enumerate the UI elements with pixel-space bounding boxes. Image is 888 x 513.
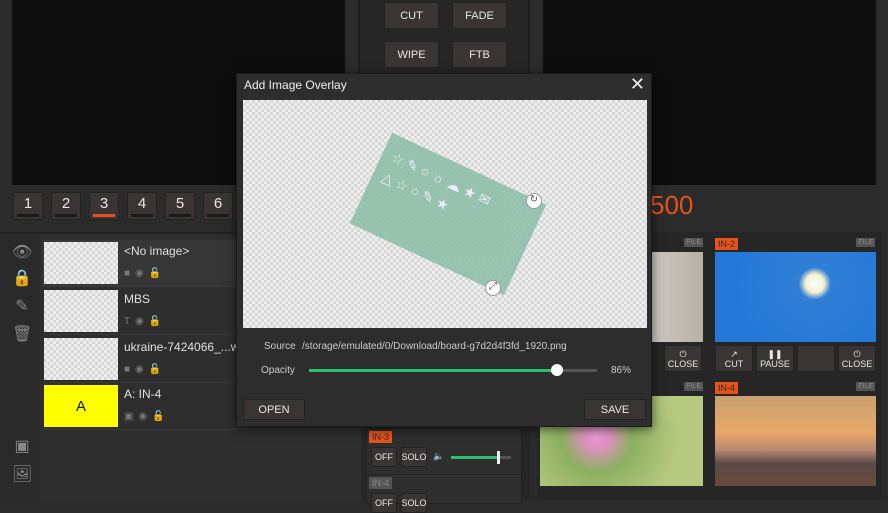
transition-panel: CUT FADE WIPE FTB <box>358 0 530 78</box>
close-icon[interactable]: ✕ <box>630 74 645 95</box>
input-tag: IN-2 <box>715 238 739 250</box>
layer-thumbnail <box>44 338 118 380</box>
scene-button-6[interactable]: 6 <box>203 192 233 220</box>
save-button[interactable]: SAVE <box>584 399 646 420</box>
layer-name: ukraine-7424066_...w <box>124 340 240 354</box>
scene-button-3[interactable]: 3 <box>89 192 119 220</box>
hide-icon[interactable]: 👁 <box>12 242 32 262</box>
empty-button[interactable] <box>797 345 835 372</box>
scene-button-2[interactable]: 2 <box>51 192 81 220</box>
audio-mixer: IN-3 OFF SOLO 🔈 IN-4 OFF SOLO <box>362 420 530 513</box>
layer-thumbnail: A <box>44 385 118 427</box>
pause-icon: ❚❚ <box>767 348 783 359</box>
layer-toolbar: 👁 🔒 ✎ 🗑 ▣ 🖼 <box>0 234 40 500</box>
scene-selector: 1 2 3 4 5 6 <box>13 192 233 220</box>
input-tile-2: IN-2 FILE ↗ CUT ❚❚ PAUSE ⏻ CLOSE <box>715 236 877 376</box>
delete-icon[interactable]: 🗑 <box>12 324 32 344</box>
close-button[interactable]: ⏻ CLOSE <box>664 345 702 372</box>
add-pip-icon[interactable]: ▣ <box>12 436 32 456</box>
solo-button[interactable]: SOLO <box>401 447 427 467</box>
scene-label: 3 <box>99 195 109 212</box>
file-badge: FILE <box>684 238 703 247</box>
button-label: PAUSE <box>760 358 790 369</box>
open-button[interactable]: OPEN <box>243 399 305 420</box>
cut-button[interactable]: CUT <box>384 2 439 29</box>
add-image-overlay-dialog: Add Image Overlay ✕ ☆✎○☼☁★✉△☆○✎★ ↻ ⤢ Sou… <box>236 73 652 427</box>
lock-icon[interactable]: 🔒 <box>12 268 32 288</box>
scene-button-5[interactable]: 5 <box>165 192 195 220</box>
wipe-button[interactable]: WIPE <box>384 41 439 68</box>
power-icon: ⏻ <box>853 348 861 359</box>
visibility-icon[interactable]: ◉ <box>135 316 144 327</box>
edit-icon[interactable]: ✎ <box>12 296 32 316</box>
scene-button-1[interactable]: 1 <box>13 192 43 220</box>
layer-thumbnail <box>44 290 118 332</box>
button-label: CLOSE <box>841 358 873 369</box>
scene-label: 5 <box>175 195 185 212</box>
opacity-fill <box>309 369 557 372</box>
ftb-button[interactable]: FTB <box>452 41 507 68</box>
lock-icon[interactable]: 🔓 <box>149 268 161 279</box>
layer-name: MBS <box>124 292 151 306</box>
opacity-knob[interactable] <box>550 364 563 376</box>
visibility-icon[interactable]: ◉ <box>135 268 144 279</box>
overlay-preview: ☆✎○☼☁★✉△☆○✎★ ↻ ⤢ <box>243 100 647 328</box>
button-label: CLOSE <box>667 358 699 369</box>
cut-button[interactable]: ↗ CUT <box>715 345 753 372</box>
pause-button[interactable]: ❚❚ PAUSE <box>756 345 794 372</box>
input-thumbnail[interactable] <box>715 396 876 486</box>
file-badge: FILE <box>856 382 875 391</box>
resize-handle[interactable]: ⤢ <box>485 280 501 296</box>
button-label: CUT <box>724 358 744 369</box>
layer-thumbnail <box>44 242 118 284</box>
visibility-icon[interactable]: ◉ <box>138 411 147 422</box>
pip-icon: ▣ <box>124 411 134 422</box>
off-button[interactable]: OFF <box>371 447 397 467</box>
scene-label: 4 <box>137 195 147 212</box>
overlay-image[interactable]: ☆✎○☼☁★✉△☆○✎★ <box>349 132 547 296</box>
counter-readout: 500 <box>650 190 694 220</box>
volume-slider[interactable] <box>451 451 511 464</box>
lock-icon[interactable]: 🔓 <box>152 411 164 422</box>
opacity-label: Opacity <box>261 365 295 376</box>
file-badge: FILE <box>856 238 875 247</box>
input-tag: IN-4 <box>715 382 739 394</box>
lock-icon[interactable]: 🔓 <box>149 364 161 375</box>
input-tile-4: IN-4 FILE <box>715 380 877 500</box>
opacity-value: 86% <box>611 365 632 376</box>
solo-button[interactable]: SOLO <box>401 493 427 513</box>
volume-icon: 🔈 <box>433 451 445 461</box>
layer-name: <No image> <box>124 244 190 258</box>
scene-label: 1 <box>23 195 33 212</box>
opacity-slider[interactable] <box>309 364 597 376</box>
arrow-icon: ↗ <box>730 348 738 359</box>
visibility-icon[interactable]: ◉ <box>135 364 144 375</box>
off-button[interactable]: OFF <box>371 493 397 513</box>
power-icon: ⏻ <box>679 348 687 359</box>
source-path: /storage/emulated/0/Download/board-g7d2d… <box>302 341 567 352</box>
scene-label: 2 <box>61 195 71 212</box>
layer-name: A: IN-4 <box>124 387 162 401</box>
image-icon: ■ <box>124 364 131 375</box>
lock-icon[interactable]: 🔓 <box>149 316 161 327</box>
close-button[interactable]: ⏻ CLOSE <box>838 345 876 372</box>
add-image-icon[interactable]: 🖼 <box>12 464 32 484</box>
dialog-title: Add Image Overlay <box>244 78 347 92</box>
fade-button[interactable]: FADE <box>452 2 507 29</box>
channel-tag: IN-4 <box>369 477 393 489</box>
input-thumbnail[interactable] <box>715 252 876 342</box>
source-label: Source <box>264 341 296 352</box>
text-icon: T <box>124 316 131 327</box>
scene-button-4[interactable]: 4 <box>127 192 157 220</box>
scene-label: 6 <box>213 195 223 212</box>
channel-tag: IN-3 <box>369 431 393 443</box>
image-icon: ■ <box>124 268 131 279</box>
rotate-handle[interactable]: ↻ <box>526 193 542 209</box>
file-badge: FILE <box>684 382 703 391</box>
